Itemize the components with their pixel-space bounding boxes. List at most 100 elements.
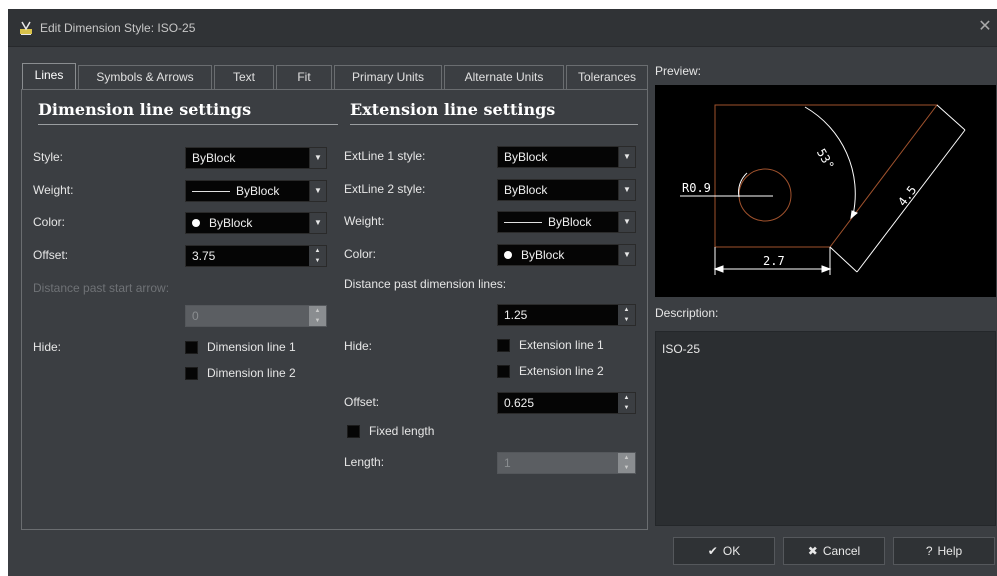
- ext-weight-select[interactable]: ByBlock ▼: [497, 211, 636, 233]
- spin-down-icon: ▼: [623, 465, 630, 471]
- length-label: Length:: [344, 455, 385, 469]
- spin-up-icon[interactable]: ▲: [618, 393, 635, 403]
- preview-radius-arc: [738, 172, 748, 198]
- spin-up-icon[interactable]: ▲: [618, 305, 635, 315]
- question-icon: ?: [925, 544, 933, 558]
- hide-extension-line-1-checkbox[interactable]: Extension line 1: [497, 338, 637, 354]
- fixed-length-checkbox[interactable]: Fixed length: [347, 424, 487, 440]
- hide-dimension-line-1-checkbox[interactable]: Dimension line 1: [185, 340, 325, 356]
- dim-color-select[interactable]: ByBlock ▼: [185, 212, 327, 234]
- spin-down-icon: ▼: [314, 318, 321, 324]
- dim-offset-spinner[interactable]: 3.75 ▲ ▼: [185, 245, 327, 267]
- ext-offset-label: Offset:: [344, 395, 380, 409]
- spin-down-icon[interactable]: ▼: [618, 315, 635, 325]
- tab-primary-units[interactable]: Primary Units: [334, 65, 442, 89]
- hide-extension-line-2-checkbox[interactable]: Extension line 2: [497, 364, 637, 380]
- dim-style-value: ByBlock: [192, 151, 236, 165]
- close-icon[interactable]: ✕: [975, 17, 995, 37]
- preview-label: Preview:: [655, 64, 702, 78]
- window-title: Edit Dimension Style: ISO-25: [40, 21, 196, 35]
- preview-linear-arrow-right: [821, 265, 832, 273]
- help-label: Help: [937, 544, 963, 558]
- dim-offset-label: Offset:: [33, 248, 69, 262]
- dimension-style-dialog: Edit Dimension Style: ISO-25 ✕ Lines Sym…: [8, 9, 997, 576]
- distance-past-dim-spinner[interactable]: 1.25 ▲ ▼: [497, 304, 636, 326]
- tab-fit[interactable]: Fit: [276, 65, 332, 89]
- preview-circle: [738, 168, 792, 222]
- checkbox[interactable]: [497, 365, 510, 378]
- dimension-style-icon: [20, 21, 32, 35]
- preview-linear-arrow-left: [713, 265, 724, 273]
- dimension-line-heading: Dimension line settings: [38, 100, 252, 119]
- preview-panel: R0.9 53° 4.5 2.7: [655, 85, 996, 297]
- dim-offset-value: 3.75: [192, 249, 216, 263]
- checkbox[interactable]: [185, 367, 198, 380]
- chevron-down-icon[interactable]: ▼: [618, 212, 635, 232]
- dimension-line-divider: [38, 124, 338, 125]
- ext-color-select[interactable]: ByBlock ▼: [497, 244, 636, 266]
- dim-style-label: Style:: [33, 150, 64, 164]
- ext-offset-spinner[interactable]: 0.625 ▲ ▼: [497, 392, 636, 414]
- preview-linear-text: 2.7: [763, 254, 785, 268]
- ext-hide-label: Hide:: [344, 339, 373, 353]
- line-weight-swatch: [504, 222, 542, 224]
- tab-text[interactable]: Text: [214, 65, 274, 89]
- spin-down-icon[interactable]: ▼: [309, 256, 326, 266]
- chevron-down-icon[interactable]: ▼: [618, 147, 635, 167]
- chevron-down-icon[interactable]: ▼: [618, 245, 635, 265]
- tab-tolerances[interactable]: Tolerances: [566, 65, 648, 89]
- distance-past-dim-value: 1.25: [504, 308, 528, 322]
- lines-tab-panel: Dimension line settings Style: ByBlock ▼…: [21, 89, 648, 530]
- tab-alternate-units[interactable]: Alternate Units: [444, 65, 564, 89]
- hide-dimension-line-2-checkbox[interactable]: Dimension line 2: [185, 366, 325, 382]
- cancel-button[interactable]: ✖ Cancel: [783, 537, 885, 565]
- preview-angle-text: 53°: [814, 146, 837, 172]
- chevron-down-icon[interactable]: ▼: [309, 181, 326, 201]
- length-value: 1: [504, 456, 511, 470]
- description-label: Description:: [655, 306, 719, 320]
- checkbox[interactable]: [497, 339, 510, 352]
- extline2-style-select[interactable]: ByBlock ▼: [497, 179, 636, 201]
- checkbox[interactable]: [347, 425, 360, 438]
- hide-dim-line-2-label: Dimension line 2: [207, 366, 296, 380]
- ok-button[interactable]: ✔ OK: [673, 537, 775, 565]
- x-icon: ✖: [807, 544, 818, 558]
- dim-style-select[interactable]: ByBlock ▼: [185, 147, 327, 169]
- chevron-down-icon[interactable]: ▼: [309, 213, 326, 233]
- help-button[interactable]: ? Help: [893, 537, 995, 565]
- spin-up-icon[interactable]: ▲: [309, 246, 326, 256]
- preview-shape-outline: [714, 104, 939, 248]
- ext-color-value: ByBlock: [521, 248, 565, 262]
- tab-symbols-arrows[interactable]: Symbols & Arrows: [78, 65, 212, 89]
- chevron-down-icon[interactable]: ▼: [309, 148, 326, 168]
- extension-line-divider: [350, 124, 638, 125]
- extline2-style-label: ExtLine 2 style:: [344, 182, 426, 196]
- tab-lines[interactable]: Lines: [22, 63, 76, 89]
- extline1-style-select[interactable]: ByBlock ▼: [497, 146, 636, 168]
- preview-aligned-ext-1: [829, 246, 858, 273]
- checkmark-icon: ✔: [707, 544, 718, 558]
- color-swatch-icon: [192, 219, 200, 227]
- color-swatch-icon: [504, 251, 512, 259]
- preview-aligned-ext-2: [936, 104, 966, 131]
- ext-color-label: Color:: [344, 247, 377, 261]
- preview-radius-text: R0.9: [682, 181, 711, 195]
- dim-weight-select[interactable]: ByBlock ▼: [185, 180, 327, 202]
- ext-offset-value: 0.625: [504, 396, 535, 410]
- dim-hide-label: Hide:: [33, 340, 62, 354]
- spin-up-icon: ▲: [314, 308, 321, 314]
- title-bar: Edit Dimension Style: ISO-25 ✕: [8, 9, 997, 47]
- preview-drawing: R0.9 53° 4.5 2.7: [680, 104, 966, 275]
- dim-weight-value: ByBlock: [236, 184, 280, 198]
- hide-ext-line-2-label: Extension line 2: [519, 364, 604, 378]
- fixed-length-label: Fixed length: [369, 424, 435, 438]
- ext-weight-label: Weight:: [344, 214, 385, 228]
- spin-down-icon[interactable]: ▼: [618, 403, 635, 413]
- dim-weight-label: Weight:: [33, 183, 74, 197]
- description-text: ISO-25: [662, 342, 701, 356]
- hide-ext-line-1-label: Extension line 1: [519, 338, 604, 352]
- checkbox[interactable]: [185, 341, 198, 354]
- extline2-style-value: ByBlock: [504, 183, 548, 197]
- chevron-down-icon[interactable]: ▼: [618, 180, 635, 200]
- description-box: ISO-25: [655, 331, 996, 526]
